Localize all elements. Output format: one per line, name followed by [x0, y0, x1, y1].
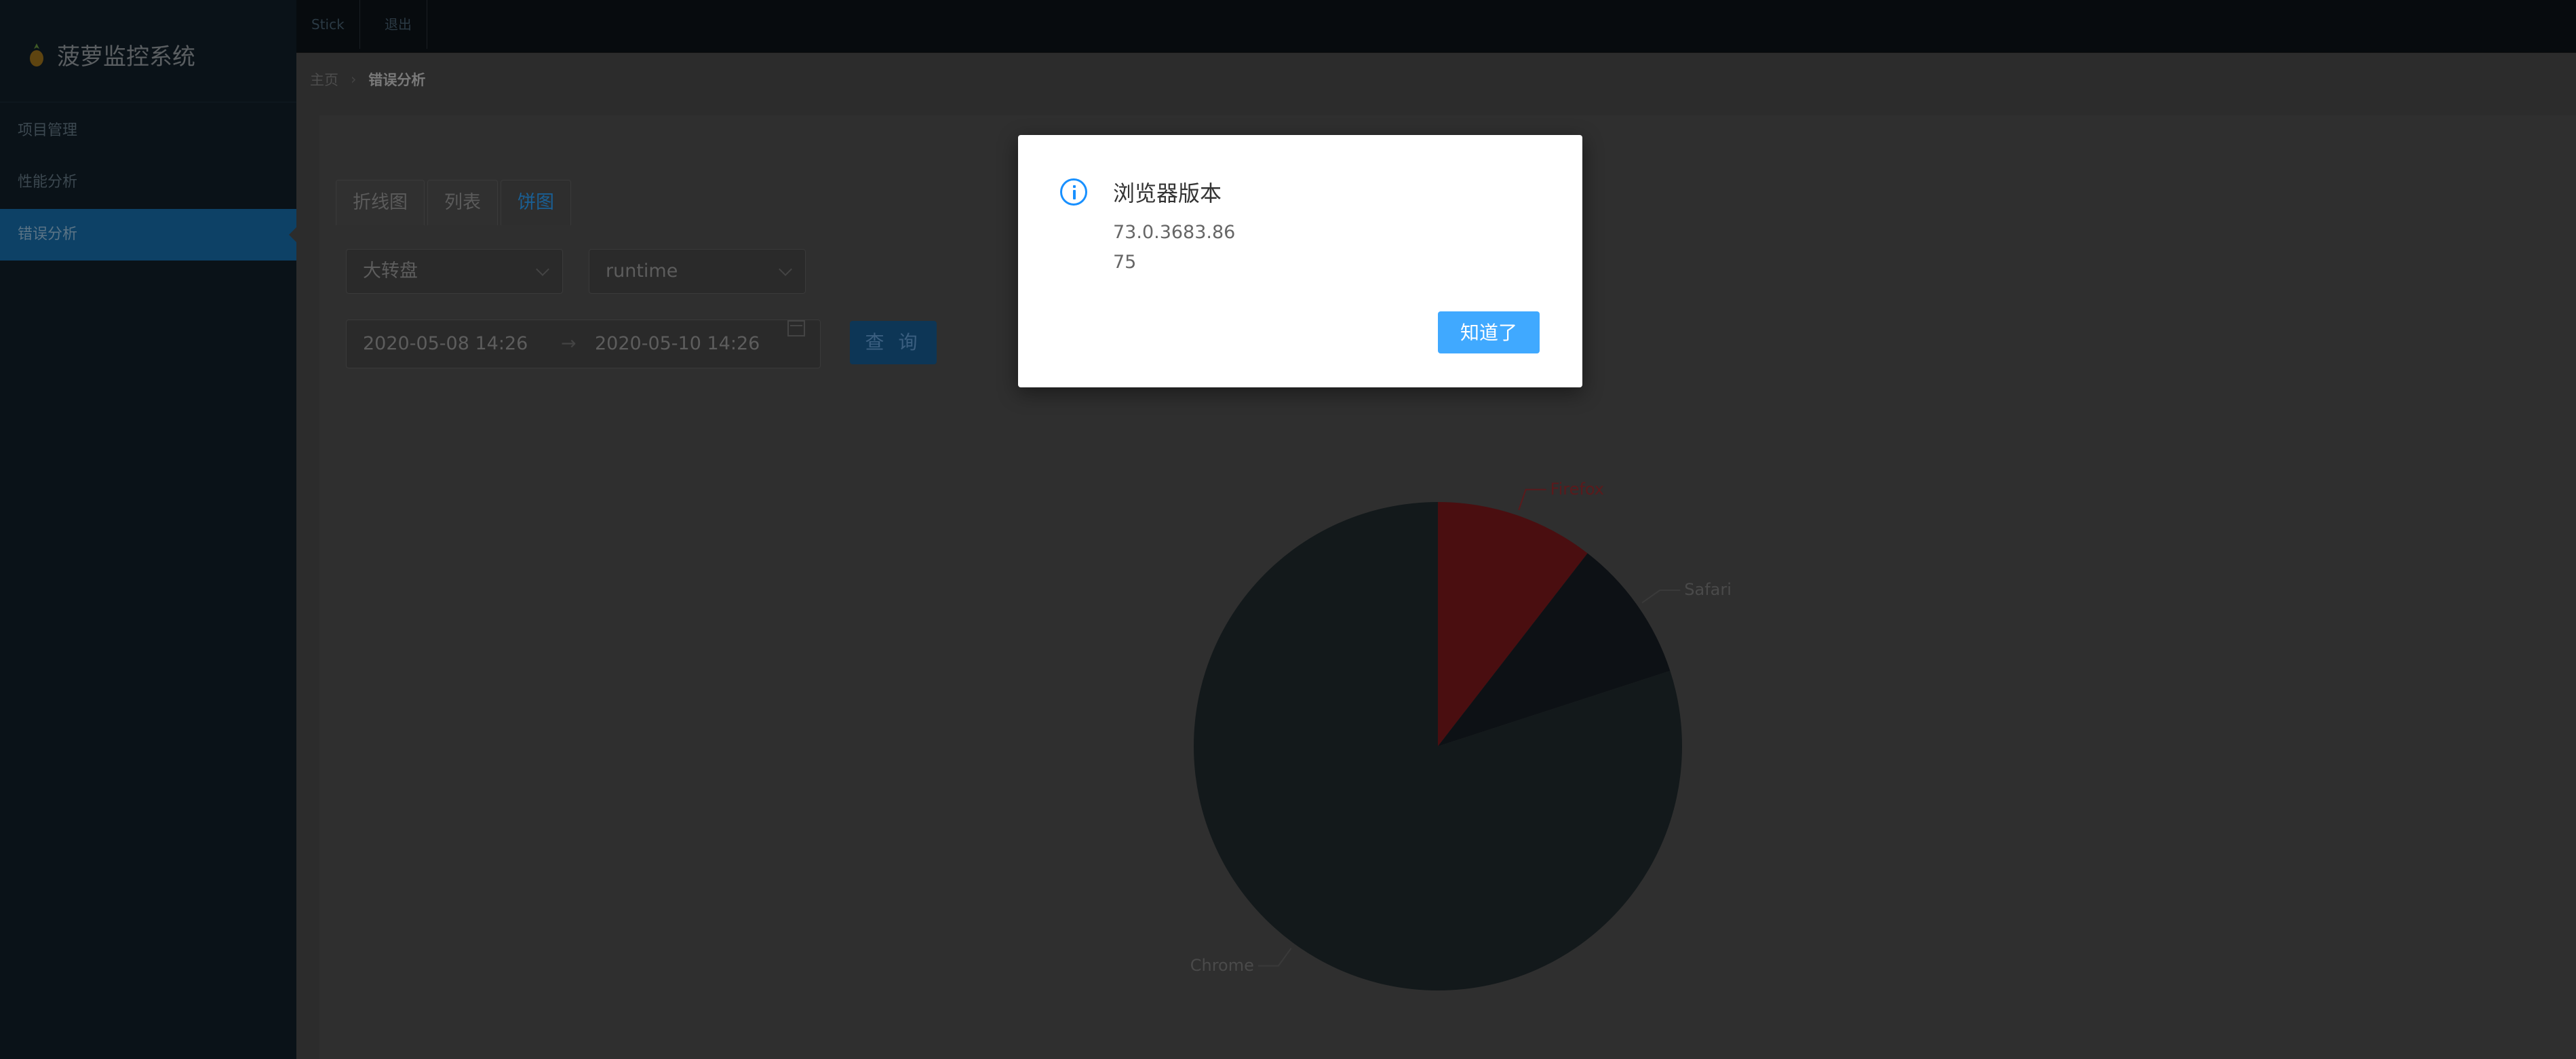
info-icon — [1060, 178, 1087, 206]
modal-title: 浏览器版本 — [1113, 180, 1222, 206]
modal-line: 75 — [1113, 252, 1137, 273]
browser-version-modal: 浏览器版本 73.0.3683.86 75 知道了 — [1018, 135, 1582, 387]
ok-button[interactable]: 知道了 — [1438, 311, 1540, 353]
modal-line: 73.0.3683.86 — [1113, 222, 1236, 243]
